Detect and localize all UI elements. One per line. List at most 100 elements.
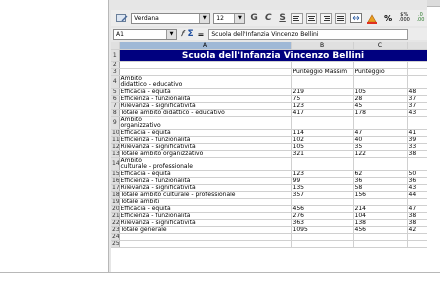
- cell-c[interactable]: 156: [353, 191, 408, 199]
- cell-c[interactable]: 40: [353, 136, 408, 144]
- row-header[interactable]: 24: [111, 233, 120, 241]
- column-header-c[interactable]: C: [353, 42, 408, 50]
- cell-d[interactable]: 38: [407, 150, 427, 158]
- cell-b[interactable]: 105: [291, 143, 354, 151]
- align-left-button[interactable]: [291, 12, 303, 24]
- row-header[interactable]: 18: [111, 191, 120, 199]
- cell-a[interactable]: Efficacia - equità: [119, 88, 292, 96]
- cell-d[interactable]: 48: [407, 88, 427, 96]
- cell-a[interactable]: Totale ambito organizzativo: [119, 150, 292, 158]
- row-header[interactable]: 17: [111, 184, 120, 192]
- cell-b[interactable]: 135: [291, 184, 354, 192]
- align-center-button[interactable]: [305, 12, 318, 24]
- equals-icon[interactable]: =: [198, 30, 205, 39]
- merge-cells-icon[interactable]: [349, 12, 362, 24]
- cell-a[interactable]: Totale ambiti: [119, 198, 292, 206]
- cell-a[interactable]: Rilevanza - significatività: [119, 184, 292, 192]
- cell-c[interactable]: Punteggio: [353, 68, 408, 76]
- row-header[interactable]: 13: [111, 150, 120, 158]
- cell-b[interactable]: 357: [291, 191, 354, 199]
- cell-b[interactable]: 123: [291, 102, 354, 110]
- row-header[interactable]: 1: [111, 49, 120, 62]
- cell-c[interactable]: 214: [353, 205, 408, 213]
- cell-b[interactable]: 219: [291, 88, 354, 96]
- cell-a[interactable]: [119, 233, 292, 241]
- cell-b[interactable]: [291, 116, 354, 130]
- cell-d[interactable]: [407, 240, 427, 248]
- row-header[interactable]: 2: [111, 61, 120, 69]
- cell-d[interactable]: 37: [407, 95, 427, 103]
- cell-b[interactable]: [291, 233, 354, 241]
- chevron-down-icon[interactable]: ▼: [199, 13, 210, 23]
- cell-c[interactable]: 36: [353, 177, 408, 185]
- row-header[interactable]: 7: [111, 102, 120, 110]
- cell-a[interactable]: Rilevanza - significatività: [119, 219, 292, 227]
- cell-a[interactable]: [119, 240, 292, 248]
- cell-b[interactable]: 99: [291, 177, 354, 185]
- cell-d[interactable]: [407, 61, 427, 69]
- row-header[interactable]: 20: [111, 205, 120, 213]
- cell-d[interactable]: 36: [407, 177, 427, 185]
- cell-d[interactable]: [407, 233, 427, 241]
- row-header[interactable]: 22: [111, 219, 120, 227]
- cell-a[interactable]: Ambito organizzativo: [119, 116, 292, 130]
- cell-c[interactable]: 456: [353, 226, 408, 234]
- cell-c[interactable]: 35: [353, 143, 408, 151]
- cell-b[interactable]: [291, 75, 354, 89]
- cell-b[interactable]: 321: [291, 150, 354, 158]
- percent-icon[interactable]: %: [382, 12, 395, 24]
- cell-d[interactable]: 50: [407, 170, 427, 178]
- cell-a[interactable]: Efficacia - equità: [119, 205, 292, 213]
- column-header-a[interactable]: A: [119, 42, 292, 50]
- cell-b[interactable]: 1095: [291, 226, 354, 234]
- cell-d[interactable]: 43: [407, 184, 427, 192]
- row-header[interactable]: 6: [111, 95, 120, 103]
- cell-c[interactable]: [353, 116, 408, 130]
- spreadsheet-grid[interactable]: A B C 1 Scuola dell'Infanzia Vincenzo Bel…: [111, 42, 427, 272]
- underline-button[interactable]: S: [277, 12, 288, 24]
- row-header[interactable]: 5: [111, 88, 120, 96]
- font-name-select[interactable]: Verdana ▼: [131, 12, 211, 24]
- cell-reference-box[interactable]: A1 ▼: [113, 28, 177, 40]
- cell-a[interactable]: Scuola dell'Infanzia Vincenzo Bellini: [119, 49, 427, 62]
- cell-a[interactable]: Efficienza - funzionalità: [119, 212, 292, 220]
- column-header-b[interactable]: B: [291, 42, 354, 50]
- row-header[interactable]: 4: [111, 75, 120, 89]
- cell-b[interactable]: [291, 198, 354, 206]
- italic-button[interactable]: C: [263, 12, 274, 24]
- row-header[interactable]: 16: [111, 177, 120, 185]
- row-header[interactable]: 3: [111, 68, 120, 76]
- cell-c[interactable]: 138: [353, 219, 408, 227]
- row-header[interactable]: 11: [111, 136, 120, 144]
- cell-c[interactable]: [353, 240, 408, 248]
- cell-c[interactable]: [353, 233, 408, 241]
- cell-c[interactable]: [353, 198, 408, 206]
- row-header[interactable]: 9: [111, 116, 120, 130]
- cell-c[interactable]: 47: [353, 129, 408, 137]
- cell-c[interactable]: 105: [353, 88, 408, 96]
- cell-b[interactable]: Punteggio Massim: [291, 68, 354, 76]
- function-wizard-icon[interactable]: 𝑓: [181, 29, 184, 39]
- cell-d[interactable]: 47: [407, 205, 427, 213]
- row-header[interactable]: 8: [111, 109, 120, 117]
- cell-a[interactable]: Totale ambito culturale - professionale: [119, 191, 292, 199]
- row-header[interactable]: 23: [111, 226, 120, 234]
- cell-c[interactable]: [353, 61, 408, 69]
- cell-d[interactable]: [407, 157, 427, 171]
- cell-c[interactable]: 62: [353, 170, 408, 178]
- cell-b[interactable]: 276: [291, 212, 354, 220]
- cell-b[interactable]: 123: [291, 170, 354, 178]
- bold-button[interactable]: G: [248, 12, 259, 24]
- row-header[interactable]: 14: [111, 157, 120, 171]
- font-size-select[interactable]: 12 ▼: [213, 12, 246, 24]
- cell-a[interactable]: Rilevanza - significatività: [119, 143, 292, 151]
- row-header[interactable]: 25: [111, 240, 120, 248]
- cell-a[interactable]: [119, 61, 292, 69]
- cell-b[interactable]: [291, 157, 354, 171]
- cell-b[interactable]: 102: [291, 136, 354, 144]
- cell-c[interactable]: 104: [353, 212, 408, 220]
- cell-a[interactable]: Totale ambito didattico - educativo: [119, 109, 292, 117]
- cell-a[interactable]: Efficienza - funzionalità: [119, 136, 292, 144]
- cell-b[interactable]: 114: [291, 129, 354, 137]
- cell-a[interactable]: Efficienza - funzionalità: [119, 177, 292, 185]
